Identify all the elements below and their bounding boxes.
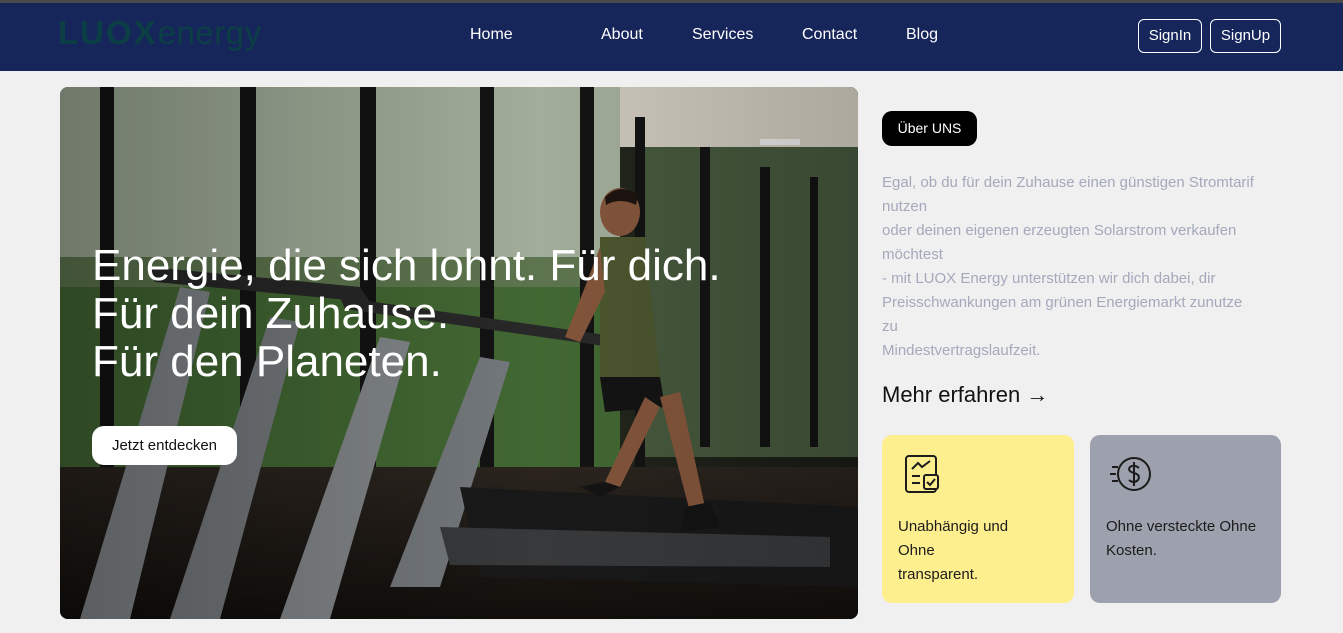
description-line: möchtest	[882, 246, 943, 263]
nav-home-link[interactable]: Home	[470, 25, 513, 45]
card-text-line: Ohne	[898, 542, 935, 559]
logo-wordmark-bold: LUOX	[58, 14, 158, 51]
about-description: Egal, ob du für dein Zuhause einen günst…	[882, 171, 1282, 363]
description-line: Mindestvertragslaufzeit.	[882, 342, 1041, 359]
discover-now-button[interactable]: Jetzt entdecken	[92, 426, 237, 465]
nav-blog-link[interactable]: Blog	[906, 25, 938, 45]
description-line: Egal, ob du für dein Zuhause einen günst…	[882, 174, 1254, 191]
card-text: Unabhängig und Ohne transparent.	[898, 515, 1068, 587]
nav-services-link[interactable]: Services	[692, 25, 753, 45]
hero-headline-line: Für dein Zuhause.	[92, 289, 450, 338]
card-text-line: Ohne versteckte Ohne	[1106, 518, 1257, 535]
checklist-icon	[905, 455, 939, 493]
description-line: - mit LUOX Energy unterstützen wir dich …	[882, 270, 1216, 287]
hero-headline-line: Energie, die sich lohnt. Für dich.	[92, 241, 721, 290]
description-line: Preisschwankungen am grünen Energiemarkt…	[882, 294, 1243, 311]
hero-headline: Energie, die sich lohnt. Für dich. Für d…	[92, 242, 721, 386]
nav-contact-link[interactable]: Contact	[802, 25, 857, 45]
dollar-coin-icon	[1110, 457, 1151, 491]
brand-logo[interactable]: LUOXenergy	[58, 13, 262, 53]
signin-button[interactable]: SignIn	[1138, 19, 1202, 53]
card-text: Ohne versteckte Ohne Kosten.	[1106, 515, 1276, 563]
hero-banner: Energie, die sich lohnt. Für dich. Für d…	[60, 87, 858, 619]
learn-more-link[interactable]: Mehr erfahren →	[882, 381, 1048, 409]
description-line: nutzen	[882, 198, 928, 215]
signup-button[interactable]: SignUp	[1210, 19, 1281, 53]
description-line: oder deinen eigenen erzeugten Solarstrom…	[882, 222, 1237, 239]
card-text-line: Kosten.	[1106, 542, 1157, 559]
navbar: LUOXenergy Home About Services Contact B…	[0, 3, 1343, 71]
logo-wordmark-light: energy	[157, 14, 262, 51]
about-us-badge: Über UNS	[882, 111, 977, 146]
feature-card-no-hidden-costs: Ohne versteckte Ohne Kosten.	[1090, 435, 1281, 603]
description-line: zu	[882, 318, 898, 335]
card-text-line: transparent.	[898, 566, 979, 583]
card-text-line: Unabhängig und	[898, 518, 1009, 535]
feature-card-independent: Unabhängig und Ohne transparent.	[882, 435, 1074, 603]
nav-about-link[interactable]: About	[601, 25, 643, 45]
hero-headline-line: Für den Planeten.	[92, 337, 442, 386]
